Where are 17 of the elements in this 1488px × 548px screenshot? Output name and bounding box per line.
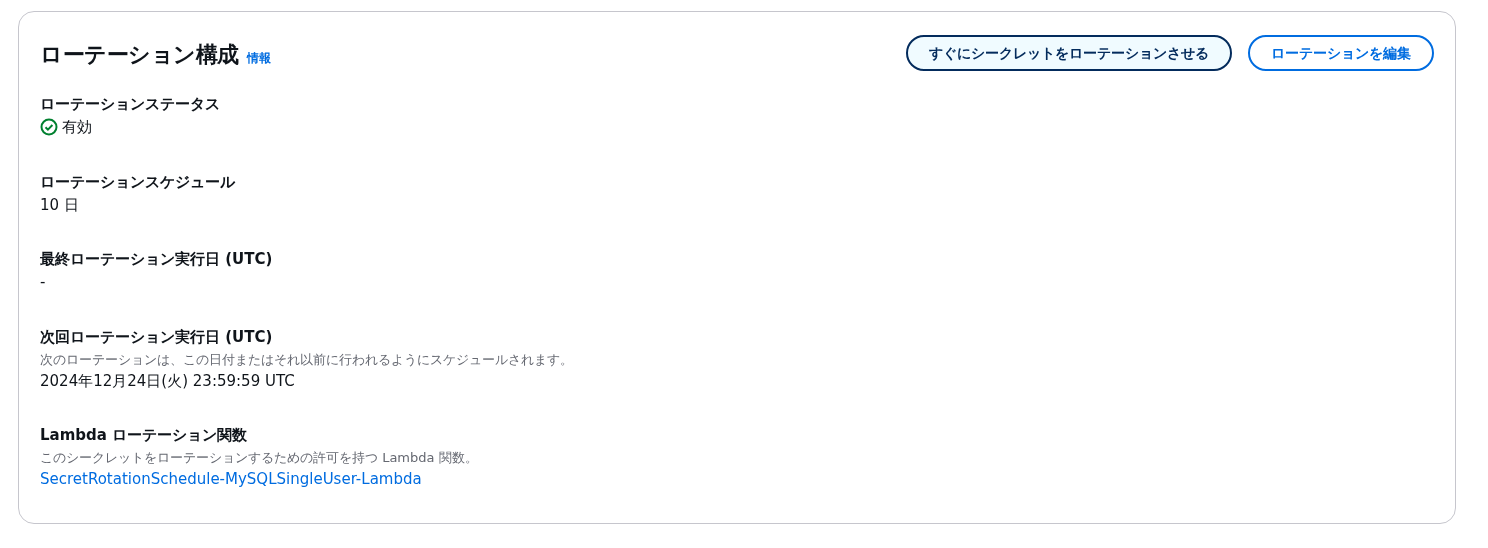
field-value: -	[40, 272, 46, 293]
section-title: ローテーション構成	[40, 41, 239, 69]
success-check-icon	[40, 118, 58, 137]
function-link[interactable]: SecretRotationSchedule-MySQLSingleUser-Lambda	[40, 468, 422, 491]
field-label: ローテーションスケジュール	[40, 171, 235, 193]
field-description: このシークレットをローテーションするための許可を持つ Lambda 関数。	[40, 449, 478, 467]
field-value: 10 日	[40, 194, 79, 216]
field-description: 次のローテーションは、この日付またはそれ以前に行われるようにスケジュールされます。	[40, 350, 573, 369]
field-label: Lambda ローテーション関数	[40, 425, 248, 446]
field-label: 次回ローテーション実行日 (UTC)	[40, 326, 273, 348]
action-button[interactable]: すぐにシークレットをローテーションさせる	[906, 35, 1232, 71]
field-label: ローテーションステータス	[40, 94, 220, 115]
status-text: 有効	[62, 117, 92, 138]
action-button[interactable]: ローテーションを編集	[1248, 35, 1434, 71]
field-label: 最終ローテーション実行日 (UTC)	[40, 249, 273, 270]
field-value: 2024年12月24日(火) 23:59:59 UTC	[40, 370, 295, 392]
info-link[interactable]: 情報	[246, 49, 271, 67]
